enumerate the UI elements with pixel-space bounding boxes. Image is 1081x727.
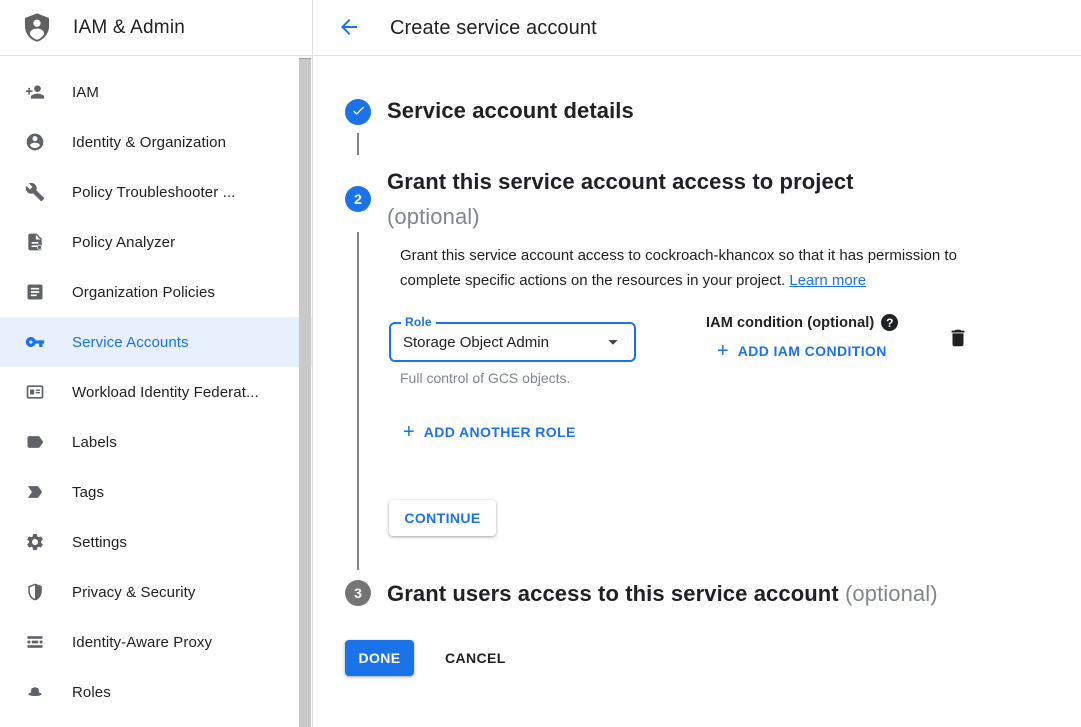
wrench-icon [25,182,45,202]
sidebar-item-label: Service Accounts [72,334,189,351]
badge-card-icon [25,382,45,402]
done-button[interactable]: DONE [345,640,414,676]
step3-title-row: Grant users access to this service accou… [387,581,938,607]
add-iam-condition-label: ADD IAM CONDITION [738,343,887,359]
step3-circle: 3 [345,580,371,606]
account-circle-icon [25,132,45,152]
sidebar-item-label: Policy Troubleshooter ... [72,184,235,201]
role-helper-text: Full control of GCS objects. [400,370,570,386]
plus-icon: + [717,341,729,361]
sidebar-item-organization-policies[interactable]: Organization Policies [0,267,312,317]
top-header: IAM & Admin Create service account [0,0,1081,56]
document-search-icon [25,232,45,252]
gear-icon [25,532,45,552]
sidebar-item-label: Workload Identity Federat... [72,384,259,401]
sidebar-nav: IAM Identity & Organization Policy Troub… [0,56,312,727]
check-icon [351,103,366,121]
arrow-back-icon [337,15,361,42]
service-account-key-icon [25,332,45,352]
delete-role-button[interactable] [946,327,970,351]
sidebar-item-service-accounts[interactable]: Service Accounts [0,317,312,367]
label-tag-icon [25,432,45,452]
sidebar-item-label: Privacy & Security [72,584,196,601]
step-connector-2 [357,232,359,570]
role-field-label: Role [401,315,436,329]
continue-button[interactable]: CONTINUE [389,500,496,536]
person-add-icon [25,82,45,102]
sidebar-item-label: Policy Analyzer [72,234,175,251]
iam-condition-label: IAM condition (optional) [706,315,874,331]
sidebar-item-roles[interactable]: Roles [0,667,312,717]
step2-title-optional: (optional) [387,204,480,230]
sidebar-item-label: Organization Policies [72,284,215,301]
proxy-icon [25,632,45,652]
sidebar-divider [312,0,313,727]
sidebar-item-label: Settings [72,534,127,551]
sidebar-item-policy-analyzer[interactable]: Policy Analyzer [0,217,312,267]
step3-number: 3 [354,585,362,601]
sidebar-item-label: Identity-Aware Proxy [72,634,212,651]
sidebar-item-workload-identity-federation[interactable]: Workload Identity Federat... [0,367,312,417]
page-title: Create service account [390,17,597,40]
create-service-account-page: IAM & Admin Create service account IAM I… [0,0,1081,727]
sidebar-scrollbar[interactable] [299,58,311,727]
sidebar-item-label: Identity & Organization [72,134,226,151]
plus-icon: + [403,422,415,442]
step1-title: Service account details [387,98,634,124]
label-important-icon [25,482,45,502]
sidebar-item-tags[interactable]: Tags [0,467,312,517]
role-selected-value: Storage Object Admin [403,334,602,351]
sidebar-item-label: Tags [72,484,104,501]
learn-more-link[interactable]: Learn more [789,272,866,289]
shield-icon [25,582,45,602]
help-icon[interactable]: ? [881,314,898,331]
step2-circle: 2 [345,186,371,212]
add-another-role-label: ADD ANOTHER ROLE [424,424,576,440]
step3-title-optional: (optional) [845,581,938,606]
sidebar-item-label: Labels [72,434,117,451]
step3-title: Grant users access to this service accou… [387,581,839,606]
back-button[interactable] [329,8,369,48]
step-connector-1 [357,133,359,155]
sidebar-item-policy-troubleshooter[interactable]: Policy Troubleshooter ... [0,167,312,217]
step2-title: Grant this service account access to pro… [387,169,854,195]
sidebar-item-identity-aware-proxy[interactable]: Identity-Aware Proxy [0,617,312,667]
step2-number: 2 [354,191,362,207]
dropdown-arrow-icon [602,331,624,353]
hat-icon [25,682,45,702]
iam-admin-shield-icon [21,11,53,45]
role-select[interactable]: Role Storage Object Admin [389,322,636,362]
sidebar-item-privacy-security[interactable]: Privacy & Security [0,567,312,617]
article-icon [25,282,45,302]
sidebar-item-labels[interactable]: Labels [0,417,312,467]
product-header: IAM & Admin [0,0,312,56]
sidebar-item-label: IAM [72,84,99,101]
step1-completed-circle [345,99,371,125]
sidebar-item-iam[interactable]: IAM [0,67,312,117]
iam-condition-header: IAM condition (optional) ? [706,314,898,331]
step2-description: Grant this service account access to coc… [400,243,992,293]
step2-description-text: Grant this service account access to coc… [400,247,957,289]
add-iam-condition-button[interactable]: + ADD IAM CONDITION [717,341,887,361]
sidebar-item-label: Roles [72,684,111,701]
sidebar-item-identity-organization[interactable]: Identity & Organization [0,117,312,167]
trash-icon [947,337,969,352]
page-header: Create service account [312,0,597,56]
cancel-button[interactable]: CANCEL [437,640,514,676]
add-another-role-button[interactable]: + ADD ANOTHER ROLE [403,422,576,442]
app-title: IAM & Admin [73,17,185,39]
sidebar-item-settings[interactable]: Settings [0,517,312,567]
